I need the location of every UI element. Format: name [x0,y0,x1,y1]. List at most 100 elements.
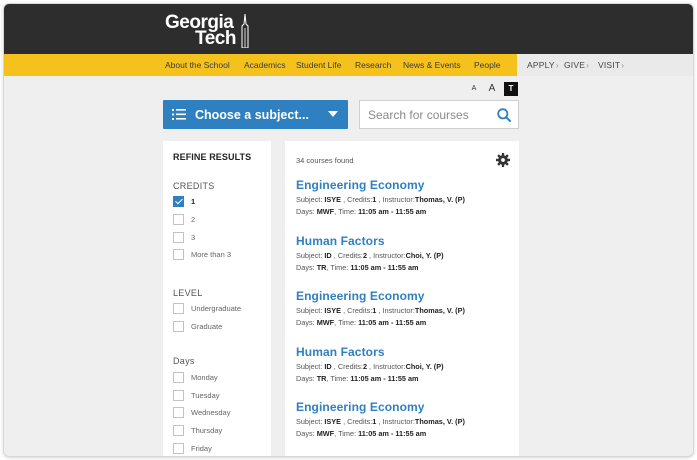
chevron-right-icon: › [586,60,590,70]
course-item[interactable]: Human Factors Subject: ID , Credits:2 , … [296,345,516,383]
course-instructor: Thomas, V. (P) [414,417,465,426]
text-size-medium-button[interactable]: A [485,82,499,96]
site-header: Georgia Tech [4,4,693,54]
text-size-small-button[interactable]: A [467,82,481,96]
utility-label-apply: APPLY [527,60,555,70]
nav-item-student-life[interactable]: Student Life [296,60,341,70]
checkbox[interactable] [173,425,184,436]
instructor-label: Instructor: [373,251,406,260]
credits-label: Credits: [347,306,373,315]
logo-text-tech: Tech [195,28,236,49]
course-title-link[interactable]: Engineering Economy [296,289,516,303]
results-count: 34 courses found [296,156,354,165]
filter-credits-1[interactable]: 1 [173,196,268,208]
chevron-right-icon: › [621,60,625,70]
checkbox[interactable] [173,249,184,260]
choose-subject-dropdown[interactable]: Choose a subject... [163,100,348,129]
checkbox[interactable] [173,321,184,332]
nav-primary-bar: About the School Academics Student Life … [4,54,517,76]
filter-label: Undergraduate [191,304,242,313]
filter-day-friday[interactable]: Friday [173,443,268,455]
course-credits: 2 [362,362,368,371]
nav-item-academics[interactable]: Academics [244,60,286,70]
main-navigation: About the School Academics Student Life … [4,54,693,76]
course-title-link[interactable]: Human Factors [296,234,516,248]
days-section-title: Days [173,356,195,366]
filter-label: Monday [191,373,218,382]
time-label: Time: [330,263,349,272]
filter-credits-2[interactable]: 2 [173,214,268,226]
course-days: MWF [316,429,335,438]
checkbox[interactable] [173,232,184,243]
level-section-title: LEVEL [173,288,203,298]
course-title-link[interactable]: Engineering Economy [296,178,516,192]
nav-item-about[interactable]: About the School [165,60,230,70]
utility-link-give[interactable]: GIVE› [564,60,589,70]
course-schedule: Days: TR, Time: 11:05 am - 11:55 am [296,374,419,383]
course-item[interactable]: Engineering Economy Subject: ISYE , Cred… [296,178,516,216]
course-schedule: Days: MWF, Time: 11:05 am - 11:55 am [296,207,427,216]
filter-label: 3 [191,233,196,242]
utility-link-apply[interactable]: APPLY› [527,60,559,70]
browser-frame: Georgia Tech About the School Academics … [4,4,693,456]
utility-link-visit[interactable]: VISIT› [598,60,624,70]
subject-label: Subject: [296,306,323,315]
course-item[interactable]: Engineering Economy Subject: ISYE , Cred… [296,400,516,438]
list-icon [172,109,186,120]
filter-level-graduate[interactable]: Graduate [173,321,268,333]
course-search-input[interactable] [368,107,493,123]
filter-day-monday[interactable]: Monday [173,372,268,384]
checkbox[interactable] [173,390,184,401]
course-time: 11:05 am - 11:55 am [350,374,419,383]
filter-label: Friday [191,444,212,453]
course-meta: Subject: ID , Credits:2 , Instructor:Cho… [296,362,444,371]
days-label: Days: [296,318,315,327]
instructor-label: Instructor: [382,195,415,204]
filter-level-undergraduate[interactable]: Undergraduate [173,303,268,315]
course-item[interactable]: Human Factors Subject: ID , Credits:2 , … [296,234,516,272]
gear-icon[interactable] [496,153,510,167]
search-icon[interactable] [497,108,511,122]
credits-label: Credits: [347,195,373,204]
course-instructor: Choi, Y. (P) [405,251,444,260]
filter-day-wednesday[interactable]: Wednesday [173,407,268,419]
subject-label: Subject: [296,417,323,426]
course-schedule: Days: TR, Time: 11:05 am - 11:55 am [296,263,419,272]
credits-label: Credits: [337,251,363,260]
credits-section-title: CREDITS [173,181,215,191]
nav-item-people[interactable]: People [474,60,500,70]
course-instructor: Choi, Y. (P) [405,362,444,371]
subject-label: Subject: [296,195,323,204]
checkbox[interactable] [173,196,184,207]
georgia-tech-logo[interactable]: Georgia Tech [165,12,265,50]
checkbox[interactable] [173,214,184,225]
text-size-large-button[interactable]: T [504,82,518,96]
time-label: Time: [330,374,349,383]
filter-day-thursday[interactable]: Thursday [173,425,268,437]
checkbox[interactable] [173,443,184,454]
chevron-right-icon: › [555,60,559,70]
filter-credits-more-than-3[interactable]: More than 3 [173,249,268,261]
course-title-link[interactable]: Human Factors [296,345,516,359]
instructor-label: Instructor: [382,306,415,315]
nav-item-news-events[interactable]: News & Events [403,60,461,70]
time-label: Time: [338,318,357,327]
course-subject: ID [324,362,332,371]
refine-results-panel: REFINE RESULTS CREDITS 1 2 3 More than 3… [163,141,271,456]
nav-item-research[interactable]: Research [355,60,391,70]
course-time: 11:05 am - 11:55 am [358,429,427,438]
course-credits: 2 [362,251,368,260]
checkbox[interactable] [173,303,184,314]
course-title-link[interactable]: Engineering Economy [296,400,516,414]
days-label: Days: [296,263,315,272]
checkbox[interactable] [173,407,184,418]
filter-credits-3[interactable]: 3 [173,232,268,244]
filter-day-tuesday[interactable]: Tuesday [173,390,268,402]
subject-label: Subject: [296,362,323,371]
days-label: Days: [296,207,315,216]
course-item[interactable]: Engineering Economy Subject: ISYE , Cred… [296,289,516,327]
course-days: TR [316,374,327,383]
course-schedule: Days: MWF, Time: 11:05 am - 11:55 am [296,318,427,327]
course-days: MWF [316,207,335,216]
checkbox[interactable] [173,372,184,383]
